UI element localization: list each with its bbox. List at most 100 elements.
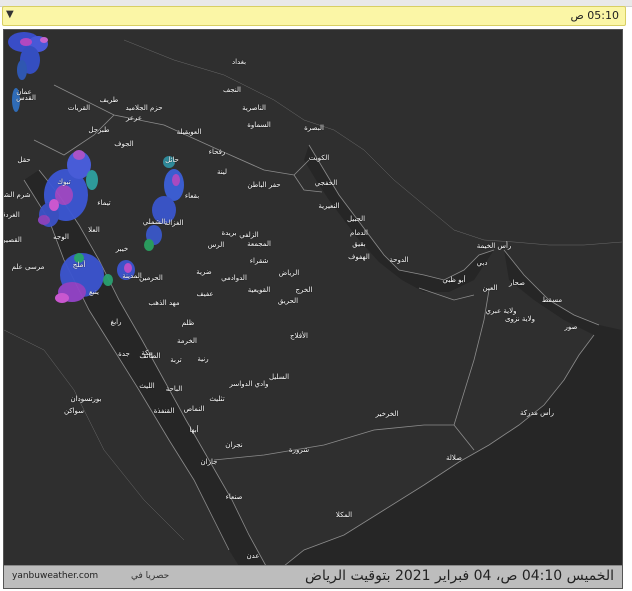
city-label: صلالة xyxy=(445,454,463,462)
map-footer: yanbuweather.com حصريا في الخميس 04:10 ص… xyxy=(4,565,622,588)
city-label: بورتسودان xyxy=(70,395,102,403)
city-label: العويقيلة xyxy=(176,128,202,136)
city-label: تثليث xyxy=(209,395,225,403)
site-link[interactable]: yanbuweather.com xyxy=(12,571,98,581)
city-label: الدمام xyxy=(350,229,368,237)
city-label: شرم الشيخ xyxy=(4,191,31,199)
africa-inland xyxy=(4,329,185,541)
city-label: الدوحة xyxy=(389,256,409,264)
city-label: الرس xyxy=(207,241,225,249)
city-label: جدة xyxy=(118,350,130,358)
radar-map[interactable]: بغداد النجف الناصرية السماوة البصرة الكويت عما… xyxy=(3,29,623,589)
city-label: رنية xyxy=(197,355,209,363)
city-label: الجوف xyxy=(114,140,134,148)
city-label: أبها xyxy=(189,426,199,434)
city-label: عفيف xyxy=(196,290,214,298)
city-label: ينبع xyxy=(89,288,99,296)
city-label: دبي xyxy=(476,259,488,267)
city-label: مرسى علم xyxy=(11,263,45,271)
city-label: أملج xyxy=(72,261,86,269)
city-label: جازان xyxy=(200,458,218,466)
city-label: سواكن xyxy=(63,407,85,415)
city-label: الهفوف xyxy=(348,253,370,261)
timestamp: الخميس 04:10 ص، 04 فبراير 2021 بتوقيت ال… xyxy=(305,568,614,584)
city-label: القنفذة xyxy=(153,407,175,415)
arabian-sea xyxy=(284,250,622,566)
city-label: شرورة xyxy=(288,446,310,454)
city-label: المكلا xyxy=(335,511,353,519)
city-label: صحار xyxy=(509,279,525,287)
city-label: رفحاء xyxy=(208,148,226,156)
selected-time: 05:10 ص xyxy=(570,9,620,22)
city-label: الأفلاج xyxy=(290,332,308,340)
city-label: بغداد xyxy=(231,58,247,66)
echo-tabuk xyxy=(38,150,98,227)
city-label: صور xyxy=(564,323,578,331)
city-label: شقراء xyxy=(249,257,269,265)
city-label: رأس مدركة xyxy=(520,409,554,417)
city-label: طبرجل xyxy=(88,126,110,134)
city-label: طريف xyxy=(99,96,119,104)
city-label: السليل xyxy=(268,373,290,381)
city-label: الرياض xyxy=(278,269,300,277)
city-label: عدن xyxy=(246,552,260,560)
city-label: القويعية xyxy=(247,286,271,294)
chevron-down-icon[interactable]: ▼ xyxy=(6,9,14,20)
city-label: الحريق xyxy=(277,297,299,305)
city-label: العلا xyxy=(88,226,100,234)
city-label: حزم الجلاميد xyxy=(125,104,163,112)
city-label: بقيق xyxy=(352,240,366,248)
city-label: الغزالة xyxy=(164,219,184,227)
city-label: الغردقة xyxy=(4,211,20,219)
city-label: تبوك xyxy=(57,178,71,186)
city-label: العين xyxy=(482,284,498,292)
echo-hail xyxy=(144,156,184,251)
city-label: الحرمين xyxy=(139,274,163,282)
city-label: الجبيل xyxy=(346,215,366,223)
city-label: ولاية عبري xyxy=(485,307,517,315)
city-label: مهد الذهب xyxy=(148,299,180,307)
city-label: تربة xyxy=(170,356,182,364)
city-label: القريات xyxy=(67,104,91,112)
city-label: بريدة xyxy=(221,229,237,237)
credit: yanbuweather.com حصريا في xyxy=(12,571,169,581)
city-label: لينة xyxy=(216,168,228,176)
oman-border xyxy=(453,289,490,426)
city-label: ظلم xyxy=(181,319,195,327)
city-label: النعيرية xyxy=(318,202,340,210)
city-label: أبو ظبي xyxy=(442,276,466,284)
jordan-border xyxy=(33,114,115,156)
city-label: تيماء xyxy=(97,199,111,207)
city-label: السماوة xyxy=(247,121,271,129)
city-label: خيبر xyxy=(115,245,129,253)
city-label: الباحة xyxy=(165,385,183,393)
city-label: حفر الباطن xyxy=(247,181,281,189)
city-label: مسقط xyxy=(541,296,563,304)
city-label: الخرج xyxy=(295,286,313,294)
city-label: رأس الخيمة xyxy=(476,242,512,250)
city-label: ضرية xyxy=(196,268,212,276)
city-label: وادي الدواسر xyxy=(229,380,269,388)
credit-prefix: حصريا في xyxy=(130,571,170,581)
city-label: ولاية نزوى xyxy=(505,315,535,323)
city-label: عرعر xyxy=(125,114,143,122)
city-label: الخفجي xyxy=(314,179,338,187)
time-selector[interactable]: ▼ 05:10 ص xyxy=(2,6,626,26)
city-label: الليث xyxy=(139,382,155,390)
city-label: صنعاء xyxy=(225,493,243,501)
city-label: الناصرية xyxy=(242,104,266,112)
city-label: القصير xyxy=(3,236,22,244)
city-label: رابغ xyxy=(110,318,122,326)
city-label: الدوادمي xyxy=(221,274,247,282)
city-label: القدس xyxy=(16,94,36,102)
yemen-border xyxy=(213,424,475,461)
city-label: الزلفي xyxy=(239,231,259,239)
city-label: الخرمة xyxy=(177,337,197,345)
city-label: الطائف xyxy=(139,352,161,360)
city-label: حائل xyxy=(165,156,179,164)
city-label: الوجه xyxy=(53,233,69,241)
city-label: النجف xyxy=(223,86,241,94)
city-label: بقعاء xyxy=(184,192,200,200)
city-label: الخرخير xyxy=(375,410,399,418)
city-label: الكويت xyxy=(308,154,330,162)
